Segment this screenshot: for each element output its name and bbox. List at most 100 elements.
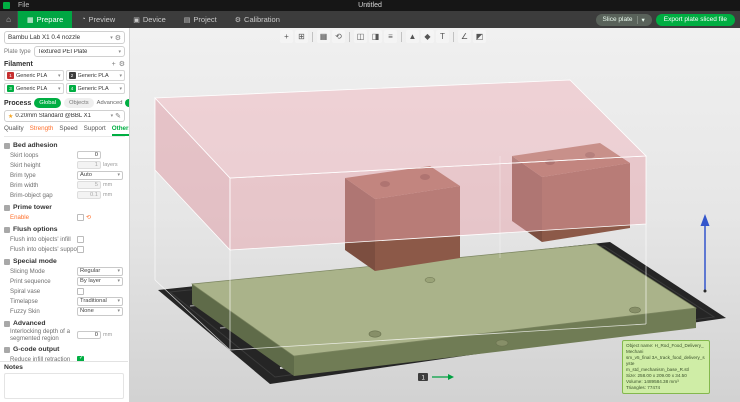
plate-object-green[interactable]	[192, 244, 696, 376]
add-plate-icon[interactable]: ⊞	[295, 30, 308, 43]
tab-project[interactable]: ▤ Project	[175, 11, 226, 28]
process-preset-name: 0.20mm Standard @BBL X1	[15, 113, 108, 119]
window-title: Untitled	[358, 2, 382, 9]
variable-layer-height-icon[interactable]: ≡	[384, 30, 397, 43]
section-gcode-output[interactable]: G-code output	[4, 345, 125, 354]
filament-1-color-swatch: 1	[7, 72, 14, 79]
interlocking-depth-label: Interlocking depth of a segmented region	[10, 328, 77, 342]
add-object-icon[interactable]: +	[280, 30, 293, 43]
process-mode-global[interactable]: Global	[34, 98, 61, 108]
process-header-label: Process	[4, 100, 31, 107]
tab-device[interactable]: ▣ Device	[124, 11, 175, 28]
filament-list: 1 Generic PLA ▾ 2 Generic PLA ▾ 3 Generi…	[4, 70, 125, 94]
brim-type-value: Auto	[80, 172, 115, 178]
tab-calibration-label: Calibration	[244, 15, 280, 24]
measure-icon[interactable]: ∠	[458, 30, 471, 43]
button-divider	[637, 16, 638, 24]
timelapse-select[interactable]: Traditional ▾	[77, 297, 123, 306]
advanced-toggle[interactable]	[125, 99, 130, 107]
param-tab-quality[interactable]: Quality	[4, 125, 24, 136]
slicing-mode-select[interactable]: Regular ▾	[77, 267, 123, 276]
assembly-icon[interactable]: ◩	[473, 30, 486, 43]
skirt-loops-input[interactable]: 0	[77, 151, 101, 159]
arrange-icon[interactable]: ▦	[317, 30, 330, 43]
flush-support-checkbox[interactable]	[77, 246, 84, 253]
section-advanced[interactable]: Advanced	[4, 319, 125, 328]
section-icon	[4, 143, 10, 149]
split-to-objects-icon[interactable]: ◫	[354, 30, 367, 43]
param-tabs: Quality Strength Speed Support Others	[4, 125, 125, 137]
toolbar-separator	[312, 32, 313, 42]
filament-2[interactable]: 2 Generic PLA ▾	[66, 70, 126, 81]
revert-icon[interactable]: ⟲	[86, 214, 91, 221]
brim-type-select[interactable]: Auto ▾	[77, 171, 123, 180]
viewport-3d[interactable]: + ⊞ ▦ ⟲ ◫ ◨ ≡ ▲ ◆ T ∠ ◩	[130, 28, 740, 402]
param-tab-support[interactable]: Support	[84, 125, 106, 136]
tooltip-line: Object name: H_Rod_Food_Delivery_Mechani	[626, 343, 706, 355]
param-tab-others[interactable]: Others	[112, 125, 130, 136]
printer-settings-gear-icon[interactable]: ⚙	[115, 34, 121, 42]
slicing-mode-label: Slicing Mode	[10, 268, 77, 275]
brim-object-gap-input[interactable]: 0.1	[77, 191, 101, 199]
fuzzy-skin-select[interactable]: None ▾	[77, 307, 123, 316]
chevron-down-icon: ▾	[58, 86, 61, 92]
home-icon[interactable]: ⌂	[0, 11, 18, 28]
main-tabbar: ⌂ ▦ Prepare ◔ Preview ▣ Device ▤ Project…	[0, 11, 740, 28]
printer-select[interactable]: Bambu Lab X1 0.4 nozzle ▾ ⚙	[4, 31, 125, 44]
section-icon	[4, 321, 10, 327]
menu-file[interactable]: File	[14, 2, 33, 9]
prime-tower-enable-checkbox[interactable]	[77, 214, 84, 221]
z-axis-arrow	[701, 214, 710, 293]
section-bed-adhesion[interactable]: Bed adhesion	[4, 141, 125, 150]
plate-tag[interactable]: 1	[418, 373, 428, 382]
section-prime-tower-title: Prime tower	[13, 204, 52, 211]
process-preset-select[interactable]: ★ 0.20mm Standard @BBL X1 ▾ ✎	[4, 110, 125, 122]
floating-object-pink[interactable]	[155, 80, 646, 250]
filament-1[interactable]: 1 Generic PLA ▾	[4, 70, 64, 81]
tab-prepare[interactable]: ▦ Prepare	[18, 11, 72, 28]
split-to-parts-icon[interactable]: ◨	[369, 30, 382, 43]
skirt-height-input[interactable]: 1	[77, 161, 101, 169]
filament-header-label: Filament	[4, 61, 109, 68]
print-sequence-select[interactable]: By layer ▾	[77, 277, 123, 286]
auto-orient-icon[interactable]: ⟲	[332, 30, 345, 43]
fuzzy-skin-label: Fuzzy Skin	[10, 308, 77, 315]
filament-4-name: Generic PLA	[78, 86, 118, 92]
filament-3[interactable]: 3 Generic PLA ▾	[4, 83, 64, 94]
section-special-mode[interactable]: Special mode	[4, 257, 125, 266]
notes-textarea[interactable]	[4, 373, 124, 399]
toolbar-separator	[453, 32, 454, 42]
interlocking-depth-input[interactable]: 0	[77, 331, 101, 339]
slicing-mode-value: Regular	[80, 268, 115, 274]
toolbar-separator	[401, 32, 402, 42]
brim-width-input[interactable]: 5	[77, 181, 101, 189]
filament-4[interactable]: 4 Generic PLA ▾	[66, 83, 126, 94]
chevron-down-icon[interactable]: ▾	[642, 16, 645, 24]
paint-support-icon[interactable]: ▲	[406, 30, 419, 43]
param-row: Interlocking depth of a segmented region…	[4, 328, 125, 342]
print-sequence-label: Print sequence	[10, 278, 77, 285]
export-sliced-file-button[interactable]: Export plate sliced file	[656, 14, 735, 26]
text-icon[interactable]: T	[436, 30, 449, 43]
section-prime-tower[interactable]: Prime tower	[4, 203, 125, 212]
edit-preset-pencil-icon[interactable]: ✎	[115, 112, 121, 120]
device-icon: ▣	[133, 16, 140, 24]
process-mode-objects[interactable]: Objects	[64, 98, 94, 108]
slice-plate-button[interactable]: Slice plate ▾	[596, 14, 652, 26]
chevron-down-icon: ▾	[117, 298, 120, 304]
tab-preview[interactable]: ◔ Preview	[72, 11, 124, 28]
param-tab-speed[interactable]: Speed	[59, 125, 77, 136]
chevron-down-icon: ▾	[117, 278, 120, 284]
filament-settings-gear-icon[interactable]: ⚙	[119, 60, 125, 68]
preview-icon: ◔	[81, 16, 85, 23]
chevron-down-icon: ▾	[117, 268, 120, 274]
plate-type-select[interactable]: Textured PEI Plate ▾	[34, 46, 125, 57]
flush-infill-checkbox[interactable]	[77, 236, 84, 243]
tab-calibration[interactable]: ⚙ Calibration	[226, 11, 289, 28]
param-tab-strength[interactable]: Strength	[30, 125, 54, 136]
add-filament-icon[interactable]: +	[112, 61, 116, 68]
section-flush-options[interactable]: Flush options	[4, 225, 125, 234]
seam-icon[interactable]: ◆	[421, 30, 434, 43]
param-row: Flush into objects' support	[4, 244, 125, 254]
spiral-vase-checkbox[interactable]	[77, 288, 84, 295]
